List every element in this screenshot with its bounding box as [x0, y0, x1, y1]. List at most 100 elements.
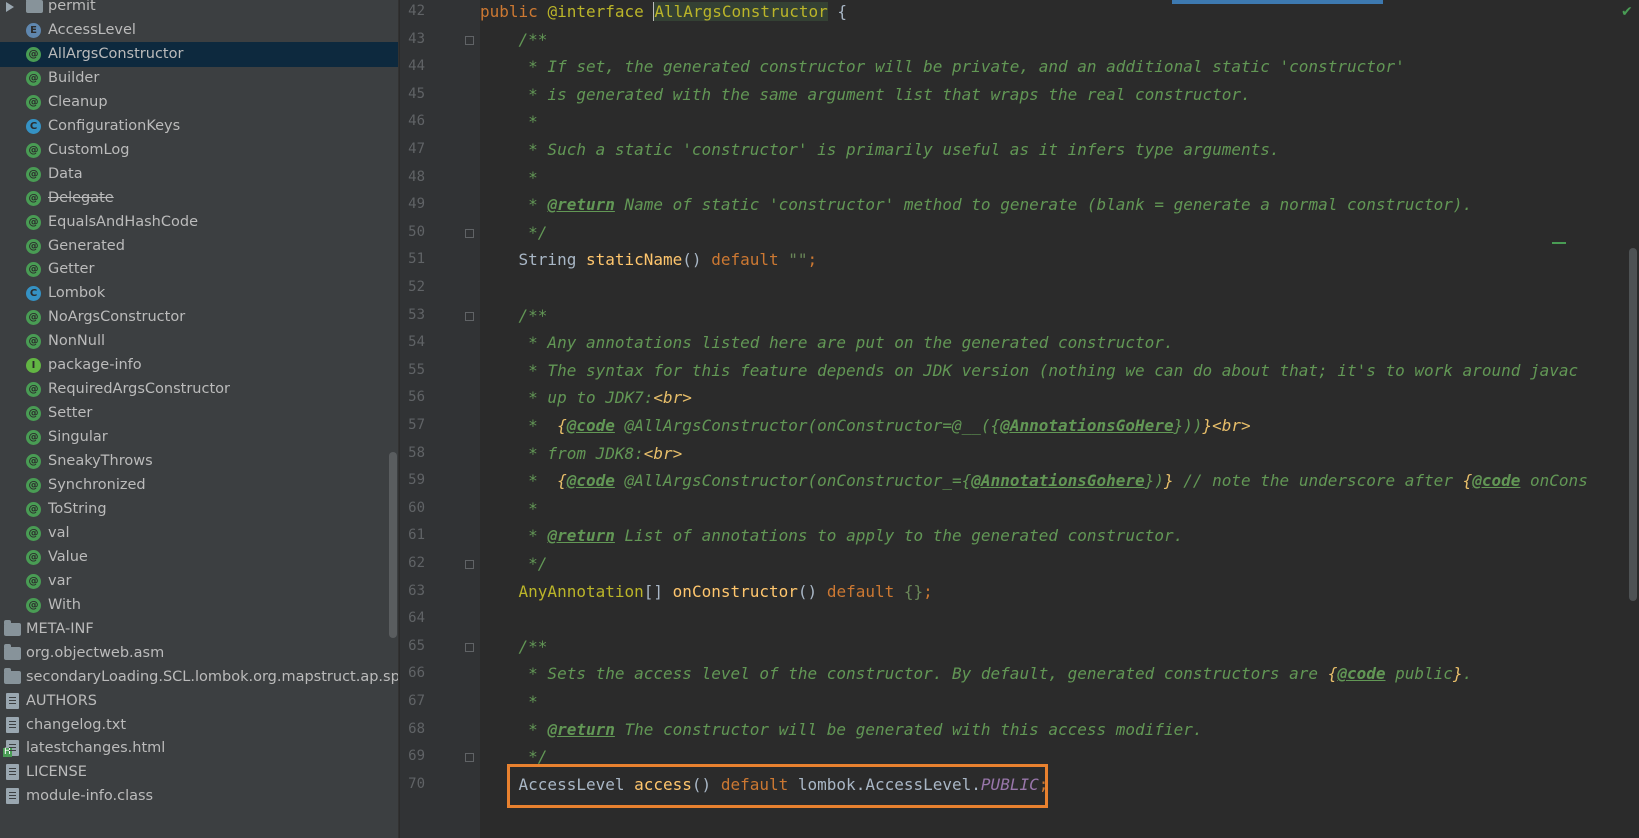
- tree-item[interactable]: @ CustomLog: [0, 138, 399, 163]
- tree-item[interactable]: org.objectweb.asm: [0, 641, 399, 666]
- code-line[interactable]: * The syntax for this feature depends on…: [480, 361, 1578, 380]
- fold-marker-icon[interactable]: [465, 35, 474, 45]
- code-line[interactable]: String staticName() default "";: [480, 250, 818, 270]
- tree-item[interactable]: META-INF: [0, 617, 399, 642]
- tree-item[interactable]: @ Value: [0, 545, 399, 570]
- tree-item[interactable]: LICENSE: [0, 760, 399, 785]
- tree-item-label: org.objectweb.asm: [26, 644, 165, 661]
- panel-divider[interactable]: [398, 0, 399, 838]
- code-line[interactable]: *: [480, 692, 538, 711]
- annotation-icon: @: [26, 166, 41, 182]
- code-line[interactable]: * Such a static 'constructor' is primari…: [480, 140, 1279, 159]
- tree-item[interactable]: @ SneakyThrows: [0, 449, 399, 474]
- tree-item[interactable]: @ var: [0, 569, 399, 594]
- tree-item[interactable]: @ val: [0, 521, 399, 546]
- code-editor[interactable]: 42 43 44 45 46 47 48 49 50 51 52 53 54 55 56 57 58 59 60 61…: [400, 0, 1639, 838]
- tree-item[interactable]: @ Setter: [0, 401, 399, 426]
- code-token: @interface: [547, 2, 654, 21]
- tree-item-label: With: [48, 596, 81, 613]
- tree-item[interactable]: @ NonNull: [0, 329, 399, 354]
- tree-item[interactable]: @ Singular: [0, 425, 399, 450]
- code-line[interactable]: * @return List of annotations to apply t…: [480, 526, 1183, 545]
- tree-item[interactable]: permit: [0, 0, 399, 19]
- fold-marker-icon[interactable]: [465, 753, 474, 763]
- line-number: 60: [408, 499, 425, 516]
- code-line[interactable]: * up to JDK7:<br>: [480, 388, 692, 407]
- line-number: 63: [408, 582, 425, 599]
- tree-item[interactable]: changelog.txt: [0, 713, 399, 738]
- annotation-icon: @: [26, 94, 41, 110]
- tree-item[interactable]: @ RequiredArgsConstructor: [0, 377, 399, 402]
- tree-item[interactable]: @ Builder: [0, 66, 399, 91]
- annotation-icon: @: [26, 46, 41, 62]
- code-token: // note the underscore after: [1173, 471, 1463, 491]
- code-line[interactable]: * Sets the access level of the construct…: [480, 664, 1472, 683]
- tree-item[interactable]: AUTHORS: [0, 689, 399, 714]
- tree-item[interactable]: module-info.class: [0, 784, 399, 809]
- code-line[interactable]: *: [480, 112, 538, 131]
- code-token: *: [480, 498, 538, 518]
- line-number: 50: [408, 223, 425, 240]
- fold-marker-icon[interactable]: [465, 311, 474, 321]
- tree-item-label: Lombok: [48, 285, 106, 302]
- code-line[interactable]: * @return The constructor will be genera…: [480, 720, 1202, 739]
- code-token: @code: [1337, 664, 1386, 684]
- code-line[interactable]: /**: [480, 637, 548, 656]
- tree-item[interactable]: @ Delegate: [0, 186, 399, 211]
- code-line[interactable]: *: [480, 168, 538, 187]
- code-token: * up to JDK7:: [480, 388, 654, 408]
- expand-arrow-icon[interactable]: [6, 2, 14, 12]
- code-line[interactable]: */: [480, 554, 547, 573]
- code-line[interactable]: * {@code @AllArgsConstructor(onConstruct…: [480, 471, 1588, 490]
- code-line[interactable]: AnyAnnotation[] onConstructor() default …: [480, 582, 933, 601]
- tree-item[interactable]: @ With: [0, 593, 399, 618]
- tree-item[interactable]: secondaryLoading.SCL.lombok.org.mapstruc…: [0, 665, 399, 690]
- annotation-icon: @: [26, 597, 41, 613]
- code-line[interactable]: * @return Name of static 'constructor' m…: [480, 195, 1472, 214]
- fold-marker-icon[interactable]: [465, 228, 474, 238]
- code-line[interactable]: public @interface AllArgsConstructor {: [480, 2, 847, 21]
- tree-item-label: Singular: [48, 429, 108, 446]
- line-number: 46: [408, 113, 425, 130]
- code-line[interactable]: * is generated with the same argument li…: [480, 85, 1250, 104]
- tree-item[interactable]: @ ToString: [0, 497, 399, 522]
- code-line[interactable]: /**: [480, 30, 548, 49]
- code-token: default: [711, 250, 789, 270]
- code-line[interactable]: * {@code @AllArgsConstructor(onConstruct…: [480, 416, 1251, 435]
- line-number: 42: [408, 3, 425, 19]
- inspection-ok-icon[interactable]: ✔: [1621, 4, 1633, 20]
- code-line[interactable]: /**: [480, 306, 548, 325]
- project-tree-scrollbar[interactable]: [389, 452, 397, 638]
- tree-item[interactable]: @ EqualsAndHashCode: [0, 210, 399, 235]
- tree-item[interactable]: @ Data: [0, 162, 399, 187]
- editor-scrollbar[interactable]: [1629, 248, 1637, 601]
- code-line[interactable]: * from JDK8:<br>: [480, 444, 682, 463]
- code-line[interactable]: * Any annotations listed here are put on…: [480, 333, 1173, 352]
- tree-item[interactable]: @ AllArgsConstructor: [0, 41, 399, 67]
- change-marker: [1552, 242, 1566, 244]
- code-line[interactable]: *: [480, 499, 538, 518]
- tree-item[interactable]: E AccessLevel: [0, 18, 399, 43]
- tree-item[interactable]: @ Synchronized: [0, 473, 399, 498]
- line-number: 65: [408, 637, 425, 654]
- tree-item[interactable]: C ConfigurationKeys: [0, 114, 399, 139]
- tree-item-label: Getter: [48, 261, 95, 278]
- tree-item[interactable]: C Lombok: [0, 281, 399, 306]
- tree-item[interactable]: Ipackage-info: [0, 353, 399, 378]
- code-line[interactable]: */: [480, 223, 547, 242]
- annotation-icon: @: [26, 573, 41, 589]
- line-number: 56: [408, 389, 425, 406]
- tree-item[interactable]: @ NoArgsConstructor: [0, 305, 399, 330]
- line-number: 57: [408, 417, 425, 433]
- tree-item-label: ConfigurationKeys: [48, 117, 181, 134]
- fold-marker-icon[interactable]: [465, 642, 474, 652]
- tree-item[interactable]: latestchanges.html: [0, 736, 399, 761]
- code-token: (): [682, 250, 712, 270]
- code-line[interactable]: * If set, the generated constructor will…: [480, 57, 1405, 76]
- fold-marker-icon[interactable]: [465, 560, 474, 569]
- tree-item-label: CustomLog: [48, 141, 130, 158]
- code-token: */: [480, 222, 548, 242]
- tree-item[interactable]: @ Generated: [0, 234, 399, 259]
- tree-item[interactable]: @ Cleanup: [0, 90, 399, 115]
- tree-item[interactable]: @ Getter: [0, 257, 399, 282]
